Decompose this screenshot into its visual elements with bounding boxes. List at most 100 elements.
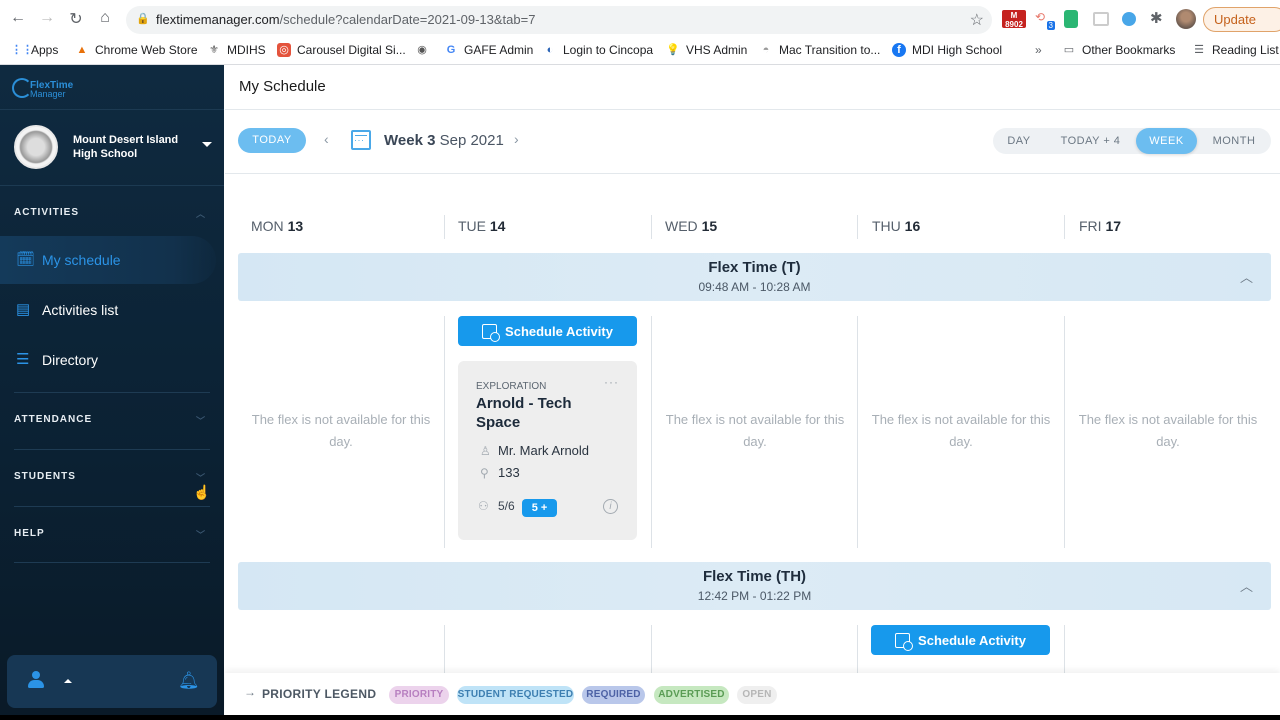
tabs-extension-icon[interactable]: [1093, 12, 1109, 26]
flex-block-header[interactable]: Flex Time (T) 09:48 AM - 10:28 AM ︿: [238, 253, 1271, 301]
user-menu[interactable]: 🔔︎: [7, 655, 217, 708]
user-icon[interactable]: [27, 671, 45, 689]
column-divider: [857, 215, 858, 239]
bookmarks-overflow[interactable]: »: [1035, 43, 1042, 57]
lock-icon: 🔒: [136, 13, 150, 25]
today-button[interactable]: TODAY: [238, 128, 306, 153]
arrow-right-icon[interactable]: →: [244, 685, 256, 699]
reload-icon[interactable]: ↻: [66, 9, 86, 29]
bottom-edge: [0, 715, 1280, 720]
chevron-up-icon[interactable]: ︿: [1240, 267, 1253, 286]
schedule-activity-button[interactable]: Schedule Activity: [458, 316, 637, 346]
divider: [14, 562, 210, 563]
green-extension-icon[interactable]: [1064, 10, 1078, 28]
main-content: My Schedule TODAY ‹ Week 3 Sep 2021 › DA…: [225, 65, 1280, 715]
back-icon[interactable]: ←: [8, 9, 28, 27]
bookmark-carousel[interactable]: ◎ Carousel Digital Si...: [277, 43, 406, 57]
forward-icon[interactable]: →: [37, 9, 57, 27]
profile-avatar[interactable]: [1176, 9, 1196, 29]
address-bar[interactable]: 🔒 flextimemanager.com/schedule?calendarD…: [126, 6, 992, 34]
other-bookmarks[interactable]: ▭ Other Bookmarks: [1062, 43, 1176, 57]
globe-icon: ◉: [417, 44, 427, 56]
extension-icon[interactable]: ⟲ 3: [1035, 10, 1055, 30]
add-students-button[interactable]: 5 +: [522, 499, 557, 517]
prev-week-icon[interactable]: ‹: [324, 131, 329, 147]
bookmark-apps[interactable]: ⋮⋮ Apps: [11, 43, 58, 57]
blue-extension-icon[interactable]: [1122, 12, 1136, 26]
bell-icon[interactable]: 🔔︎: [178, 671, 200, 691]
reading-list[interactable]: ☰ Reading List: [1192, 43, 1279, 57]
sidebar-item-my-schedule[interactable]: 🗓 My schedule: [0, 236, 216, 284]
not-available-message: The flex is not available for this day.: [665, 412, 845, 449]
bookmark-vhs-admin[interactable]: 💡 VHS Admin: [666, 43, 747, 57]
bookmark-label: VHS Admin: [686, 43, 748, 57]
section-attendance[interactable]: ATTENDANCE ﹀: [14, 414, 210, 427]
lightbulb-icon: 💡: [666, 44, 680, 56]
chevron-down-icon[interactable]: ﹀: [196, 528, 206, 541]
section-students[interactable]: STUDENTS ﹀: [14, 471, 210, 484]
cincopa-icon: ◐: [546, 44, 554, 56]
bookmark-gafe-admin[interactable]: G GAFE Admin: [444, 43, 534, 57]
mdihs-icon: ⚜: [209, 44, 219, 56]
button-label: Schedule Activity: [505, 323, 613, 339]
gmail-extension-icon[interactable]: M 8902: [1002, 10, 1026, 29]
caret-up-icon[interactable]: [64, 679, 72, 683]
url-path: /schedule?calendarDate=2021-09-13&tab=7: [279, 12, 536, 27]
mouse-pointer-icon: ☝: [193, 484, 211, 500]
view-today-plus-4[interactable]: TODAY + 4: [1045, 128, 1136, 154]
chrome-web-store-icon: ▲: [76, 44, 88, 56]
location-pin-icon: ⚲: [480, 465, 489, 480]
activity-card[interactable]: EXPLORATION ··· Arnold - Tech Space ♙ Mr.…: [458, 361, 637, 540]
sidebar-item-label: Activities list: [42, 302, 119, 318]
bookmark-mdihs[interactable]: ⚜ MDIHS: [207, 43, 266, 57]
school-selector[interactable]: Mount Desert Island High School: [14, 125, 214, 171]
bookmark-cincopa[interactable]: ◐ Login to Cincopa: [543, 43, 653, 57]
schedule-activity-button[interactable]: Schedule Activity: [871, 625, 1050, 655]
chevron-down-icon[interactable]: ﹀: [196, 471, 206, 484]
chevron-up-icon[interactable]: ︿: [1240, 576, 1253, 595]
flextime-logo[interactable]: FlexTime Manager: [12, 76, 73, 102]
logo-subtext: Manager: [30, 89, 66, 99]
more-options-icon[interactable]: ···: [604, 375, 619, 389]
school-crest-avatar: [14, 125, 58, 169]
flex-block-title: Flex Time (T): [708, 259, 801, 276]
column-divider: [444, 316, 445, 548]
section-activities[interactable]: ACTIVITIES ︿: [14, 207, 210, 220]
flex-block-header[interactable]: Flex Time (TH) 12:42 PM - 01:22 PM ︿: [238, 562, 1271, 610]
section-help[interactable]: HELP ﹀: [14, 528, 210, 541]
week-number: Week 3: [384, 132, 436, 149]
sidebar-item-directory[interactable]: ☰ Directory: [0, 336, 216, 384]
caret-down-icon[interactable]: [202, 142, 212, 147]
next-week-icon[interactable]: ›: [514, 131, 519, 147]
chevron-up-icon[interactable]: ︿: [196, 207, 206, 220]
priority-legend: → PRIORITY LEGEND PRIORITY STUDENT REQUE…: [225, 673, 1280, 715]
bookmark-globe[interactable]: ◉: [415, 43, 429, 57]
bookmark-chrome-web-store[interactable]: ▲ Chrome Web Store: [75, 43, 198, 57]
extensions-puzzle-icon[interactable]: ✱: [1150, 9, 1163, 27]
day-header-thu: THU 16: [872, 218, 920, 234]
bookmark-mac-transition[interactable]: ◓ Mac Transition to...: [759, 43, 881, 57]
chevron-down-icon[interactable]: ﹀: [196, 414, 206, 427]
view-month[interactable]: MONTH: [1197, 128, 1271, 154]
update-button[interactable]: Update: [1203, 7, 1280, 32]
bookmark-mdi-high-school[interactable]: f MDI High School: [892, 43, 1002, 57]
info-icon[interactable]: i: [603, 499, 618, 514]
home-icon[interactable]: ⌂: [95, 9, 115, 27]
legend-advertised: ADVERTISED: [654, 686, 729, 704]
bookmark-label: Mac Transition to...: [779, 43, 881, 57]
bookmark-star-icon[interactable]: ☆: [970, 10, 984, 30]
section-label: ATTENDANCE: [14, 414, 93, 425]
view-day[interactable]: DAY: [993, 128, 1045, 154]
calendar-icon[interactable]: [351, 130, 371, 150]
legend-title[interactable]: PRIORITY LEGEND: [262, 687, 376, 701]
view-week[interactable]: WEEK: [1136, 128, 1197, 154]
sidebar-item-activities-list[interactable]: ▤ Activities list: [0, 286, 216, 334]
activity-teacher: ♙ Mr. Mark Arnold: [480, 443, 589, 458]
gmail-badge: 8902: [1005, 20, 1023, 29]
bookmark-label: Chrome Web Store: [95, 43, 198, 57]
week-month: Sep 2021: [435, 132, 504, 149]
not-available-message: The flex is not available for this day.: [871, 412, 1051, 449]
url-text[interactable]: flextimemanager.com/schedule?calendarDat…: [156, 12, 535, 27]
teacher-icon: ♙: [480, 443, 491, 458]
column-divider: [444, 215, 445, 239]
